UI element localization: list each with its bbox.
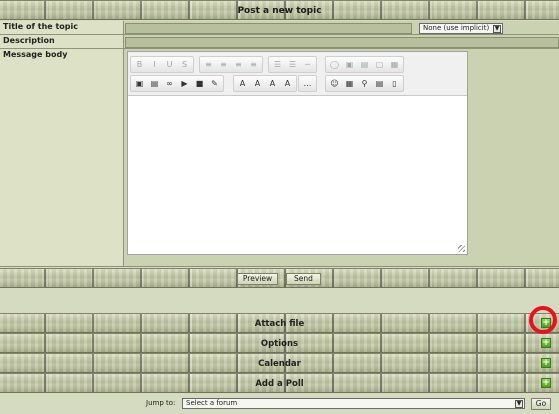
jump-bar: Jump to: Select a forum ▼ Go xyxy=(0,395,559,414)
expand-calendar-icon[interactable]: + xyxy=(541,358,551,368)
comment-icon[interactable]: ◯ xyxy=(328,58,341,71)
toolbar-group: ☺ ▦ ⚲ ▤ ▯ xyxy=(325,75,404,92)
title-label: Title of the topic xyxy=(0,21,124,35)
align-right-icon[interactable]: ≡ xyxy=(232,58,245,71)
pencil-icon[interactable]: ✎ xyxy=(208,77,221,90)
calendar-icon[interactable]: ▦ xyxy=(343,77,356,90)
panel-options-label: Options xyxy=(260,339,299,349)
forum-select-value: Select a forum xyxy=(186,399,238,407)
document-icon[interactable]: ▤ xyxy=(358,58,371,71)
more-icon[interactable]: … xyxy=(301,77,314,90)
strikethrough-icon[interactable]: S xyxy=(178,58,191,71)
title-input[interactable] xyxy=(125,23,412,34)
go-button[interactable]: Go xyxy=(531,398,551,410)
search-icon[interactable]: ⚲ xyxy=(358,77,371,90)
toolbar-group: ≡ ≡ ≡ ≡ xyxy=(199,56,263,73)
chevron-down-icon[interactable]: ▼ xyxy=(515,400,523,408)
preview-button[interactable]: Preview xyxy=(237,273,278,285)
insert-media-icon[interactable]: ▤ xyxy=(148,77,161,90)
expand-options-icon[interactable]: + xyxy=(541,338,551,348)
align-justify-icon[interactable]: ≡ xyxy=(247,58,260,71)
highlight-circle xyxy=(529,306,557,334)
font-face-icon[interactable]: A xyxy=(266,77,279,90)
bold-icon[interactable]: B xyxy=(133,58,146,71)
message-textarea[interactable] xyxy=(128,96,467,254)
bullet-list-icon[interactable]: ☰ xyxy=(271,58,284,71)
forum-select[interactable]: Select a forum ▼ xyxy=(182,398,525,409)
description-label: Description xyxy=(0,35,124,49)
description-input[interactable] xyxy=(125,37,559,48)
panel-calendar[interactable]: Calendar xyxy=(0,353,559,373)
message-editor[interactable]: B I U S ≡ ≡ ≡ ≡ ☰ ☰ ─ ◯ ▣ ▤ ▢ ▦ ▣ ▤ ∞ ▶ ■ ✎ A A A A… ☺ ▦ ⚲ ▤ ▯ xyxy=(127,51,468,255)
send-button[interactable]: Send xyxy=(286,273,321,285)
italic-icon[interactable]: I xyxy=(148,58,161,71)
post-topic-title: Post a new topic xyxy=(237,6,322,16)
underline-icon[interactable]: U xyxy=(163,58,176,71)
panel-attach-file[interactable]: Attach file xyxy=(0,313,559,333)
action-bar xyxy=(0,268,559,288)
toolbar-group: BIUS xyxy=(130,56,194,73)
horizontal-rule-icon[interactable]: ─ xyxy=(301,58,314,71)
topic-icon-select-value: None (use implicit) xyxy=(423,24,490,32)
message-label: Message body xyxy=(0,49,124,267)
resize-handle[interactable] xyxy=(458,245,465,252)
toolbar-group: ◯ ▣ ▤ ▢ ▦ xyxy=(325,56,404,73)
font-color-icon[interactable]: A xyxy=(251,77,264,90)
numbered-list-icon[interactable]: ☰ xyxy=(286,58,299,71)
topic-icon-select[interactable]: None (use implicit) ▼ xyxy=(419,23,503,34)
align-left-icon[interactable]: ≡ xyxy=(202,58,215,71)
toolbar-group: AAAA xyxy=(233,75,297,92)
post-topic-header: Post a new topic xyxy=(0,0,559,20)
flash-icon[interactable]: ■ xyxy=(193,77,206,90)
jump-label: Jump to: xyxy=(146,399,176,407)
font-size-icon[interactable]: A xyxy=(236,77,249,90)
toolbar-group: ▣ ▤ ∞ ▶ ■ ✎ xyxy=(130,75,224,92)
chevron-down-icon[interactable]: ▼ xyxy=(493,25,501,33)
expand-poll-icon[interactable]: + xyxy=(541,378,551,388)
toolbar-group: … xyxy=(298,75,317,92)
smiley-icon[interactable]: ☺ xyxy=(328,77,341,90)
code-icon[interactable]: ▢ xyxy=(373,58,386,71)
page-icon[interactable]: ▯ xyxy=(388,77,401,90)
align-center-icon[interactable]: ≡ xyxy=(217,58,230,71)
toolbar-group: ☰ ☰ ─ xyxy=(268,56,317,73)
link-icon[interactable]: ∞ xyxy=(163,77,176,90)
panel-options[interactable]: Options xyxy=(0,333,559,353)
panel-add-poll[interactable]: Add a Poll xyxy=(0,373,559,393)
panel-attach-file-label: Attach file xyxy=(254,319,305,329)
table-icon[interactable]: ▦ xyxy=(388,58,401,71)
image-icon[interactable]: ▣ xyxy=(343,58,356,71)
paste-icon[interactable]: ▤ xyxy=(373,77,386,90)
panel-add-poll-label: Add a Poll xyxy=(255,379,304,389)
youtube-icon[interactable]: ▶ xyxy=(178,77,191,90)
editor-toolbar: B I U S ≡ ≡ ≡ ≡ ☰ ☰ ─ ◯ ▣ ▤ ▢ ▦ ▣ ▤ ∞ ▶ ■ ✎ A A A A… ☺ ▦ ⚲ ▤ ▯ xyxy=(128,52,467,96)
remove-format-icon[interactable]: A xyxy=(281,77,294,90)
insert-image-icon[interactable]: ▣ xyxy=(133,77,146,90)
panel-calendar-label: Calendar xyxy=(258,359,301,369)
